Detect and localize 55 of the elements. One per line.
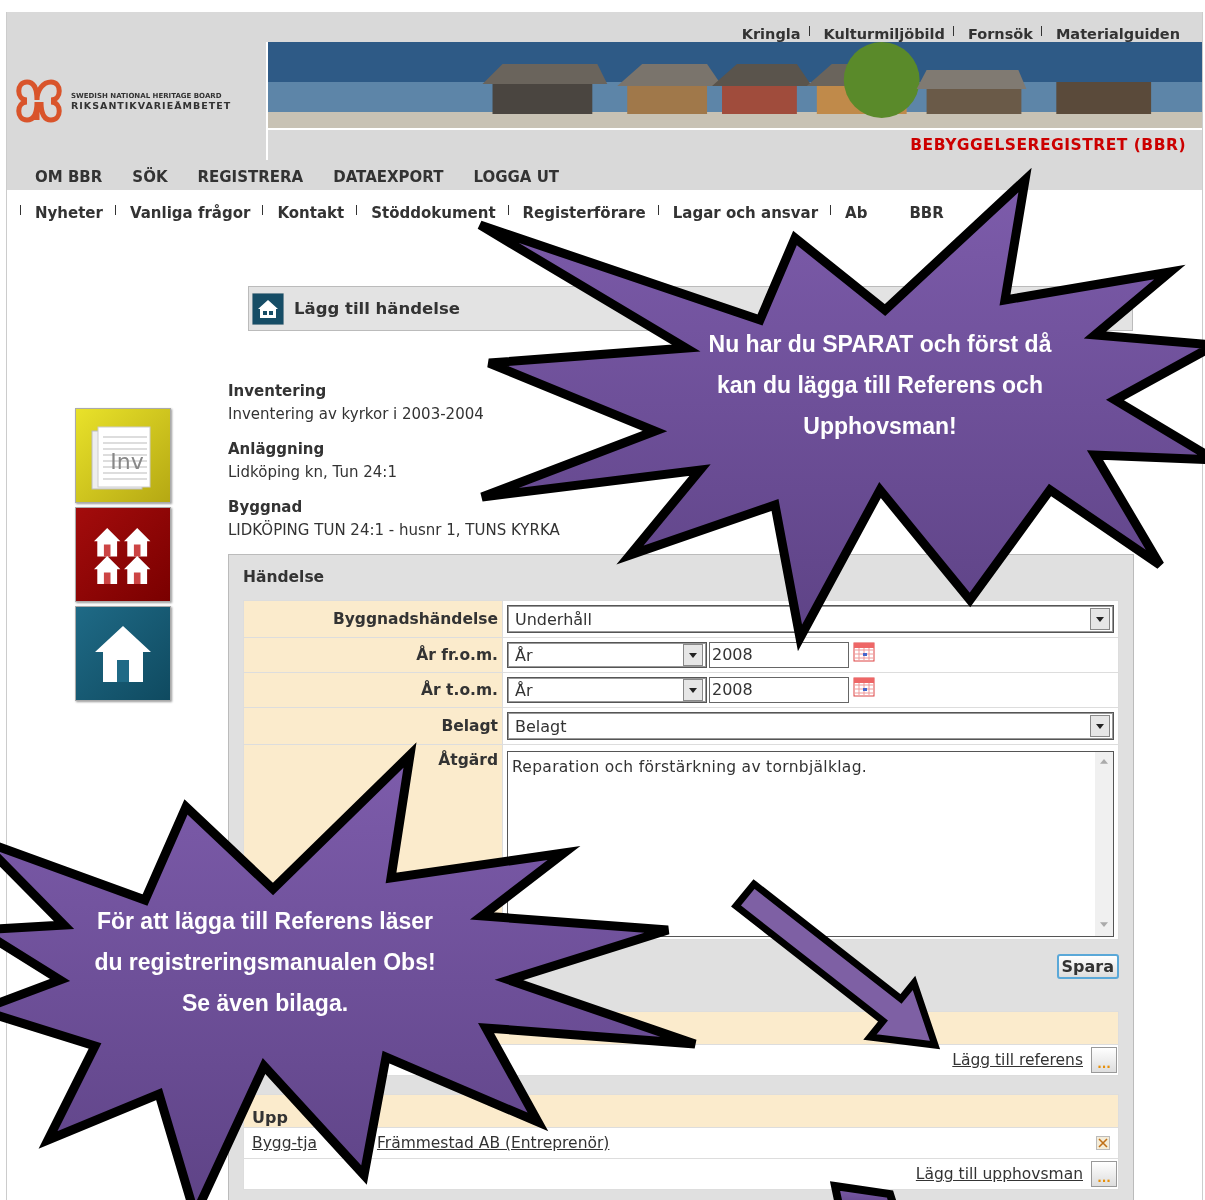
nav-link[interactable]: Stöddokument [357,204,508,222]
top-link[interactable]: Fornsök [953,26,1041,42]
nav-link[interactable]: Lagar och ansvar [658,204,831,222]
caret-icon [683,679,703,701]
field-label: Byggnadshändelse [332,610,498,628]
originator-link[interactable]: Främmestad AB (Entreprenör) [376,1134,610,1152]
nav-link[interactable]: Kontakt [263,204,357,222]
dropdown[interactable]: Underhåll [507,605,1114,633]
section-heading: Upp [252,1108,288,1127]
logo-title: RIKSANTIKVARIEÄMBETET [71,99,232,111]
field-label: Åtgärd [438,751,498,769]
page-title: Lägg till händelse [294,299,460,318]
save-button[interactable]: Spara [1056,954,1119,979]
calendar-icon[interactable] [853,642,875,662]
nav-link[interactable]: BBR [909,204,944,222]
info-label: Anläggning [228,439,325,460]
top-link[interactable]: Kringla [727,26,809,42]
caret-icon [1090,715,1110,737]
inventory-button[interactable]: Inv [75,408,171,503]
originator-link[interactable]: Bygg-tja [252,1134,317,1152]
nav-link[interactable]: Ab [831,204,880,222]
add-link[interactable]: Lägg till upphovsman [915,1165,1083,1183]
callout-text: Nu har du SPARAT och först då kan du lägga till Referens och Upphovsman! [708,330,1052,441]
caret-icon [1090,608,1110,630]
scrollbar[interactable] [1095,752,1113,936]
top-link[interactable]: Kulturmiljöbild [809,26,953,42]
text-area[interactable]: Reparation och förstärkning av tornbjälklag. [507,751,1114,937]
dropdown[interactable]: Belagt [507,712,1114,740]
calendar-icon[interactable] [853,677,875,697]
buildings-button[interactable] [75,507,171,602]
input-field[interactable]: 2008 [709,677,849,703]
dropdown[interactable]: År [507,677,707,703]
house-icon [95,625,151,682]
nav-link[interactable]: Nyheter [21,204,115,222]
top-link[interactable]: Materialguiden [1041,26,1188,42]
dropdown[interactable]: År [507,642,707,668]
info-value: Inventering av kyrkor i 2003-2004 [228,404,484,425]
house-icon [252,292,284,325]
info-label: Byggnad [228,497,303,518]
input-field[interactable]: 2008 [709,642,849,668]
callout-text: För att lägga till Referens läser du registreringsmanualen Obs! Se även bilaga. [94,907,436,1018]
add-link[interactable]: Lägg till referens [952,1051,1083,1069]
info-value: Lidköping kn, Tun 24:1 [228,462,397,483]
field-label: År t.o.m. [421,681,498,699]
caret-icon [683,644,703,666]
panel-title: Händelse [243,567,325,588]
nav-link[interactable]: Registerförare [508,204,658,222]
info-value: LIDKÖPING TUN 24:1 - husnr 1, TUNS KYRKA [228,519,560,541]
info-label: Inventering [228,381,327,402]
delete-icon[interactable] [1096,1136,1110,1150]
site-title: BEBYGGELSEREGISTRET (BBR) [910,136,1186,154]
nav-link[interactable]: Vanliga frågor [115,204,263,222]
field-label: Belagt [441,717,498,735]
home-button[interactable] [75,606,171,701]
field-label: År fr.o.m. [416,646,498,664]
